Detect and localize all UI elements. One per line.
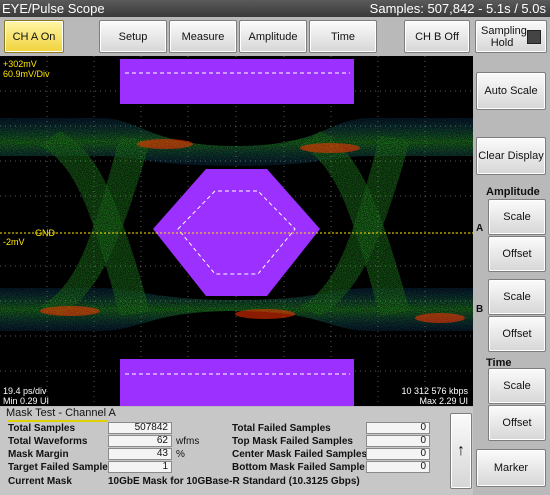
amplitude-a-offset-label: Offset <box>502 248 532 260</box>
offset-readout: -2mV <box>3 237 25 247</box>
mask-test-panel: Mask Test - Channel A Total Samples 5078… <box>0 407 473 495</box>
min-ui-readout: Min 0.29 UI <box>3 396 50 406</box>
bottom-mask-failed-label: Bottom Mask Failed Sample <box>232 462 365 473</box>
ch-a-on-label: CH A On <box>12 30 56 43</box>
top-voltage-readout: +302mV <box>3 59 37 69</box>
amplitude-b-offset-label: Offset <box>502 328 532 340</box>
bottom-mask-failed-value: 0 <box>366 461 430 473</box>
time-scale-button[interactable]: Scale <box>488 368 546 404</box>
wfms-unit: wfms <box>176 436 200 447</box>
ch-b-off-button[interactable]: CH B Off <box>404 20 470 53</box>
center-mask-failed-label: Center Mask Failed Samples <box>232 449 368 460</box>
center-mask-failed-value: 0 <box>366 448 430 460</box>
volts-per-div-readout: 60.9mV/Div <box>3 69 50 79</box>
amplitude-a-offset-button[interactable]: Offset <box>488 236 546 272</box>
mask-margin-value: 43 <box>108 448 172 460</box>
setup-label: Setup <box>118 30 148 43</box>
max-ui-readout: Max 2.29 UI <box>419 396 468 406</box>
ch-b-off-label: CH B Off <box>415 30 459 43</box>
eye-diagram-display[interactable]: +302mV 60.9mV/Div GND -2mV 19.4 ps/div M… <box>0 56 473 406</box>
marker-button[interactable]: Marker <box>476 449 546 487</box>
ch-a-on-button[interactable]: CH A On <box>4 20 64 53</box>
time-label: Time <box>330 30 356 43</box>
mask-test-title: Mask Test - Channel A <box>6 407 116 419</box>
top-mask-failed-value: 0 <box>366 435 430 447</box>
total-failed-value: 0 <box>366 422 430 434</box>
top-mask <box>120 59 354 104</box>
arrow-up-icon: ↑ <box>457 442 465 459</box>
time-scale-label: Scale <box>503 380 531 392</box>
target-failed-label: Target Failed Sample <box>8 462 108 473</box>
hold-indicator-icon <box>527 29 541 44</box>
auto-scale-label: Auto Scale <box>484 85 538 97</box>
amplitude-b-scale-label: Scale <box>503 291 531 303</box>
time-offset-label: Offset <box>502 417 532 429</box>
window-title: EYE/Pulse Scope <box>2 1 105 16</box>
marker-label: Marker <box>493 462 529 474</box>
amplitude-a-scale-label: Scale <box>503 211 531 223</box>
amplitude-section-label: Amplitude <box>486 186 540 198</box>
gnd-label: GND <box>35 228 55 238</box>
target-failed-value[interactable]: 1 <box>108 461 172 473</box>
amplitude-label: Amplitude <box>248 30 298 43</box>
sampling-hold-label: Sampling Hold <box>481 24 527 49</box>
amplitude-b-scale-button[interactable]: Scale <box>488 279 546 315</box>
eye-diagram-plot <box>0 56 473 406</box>
mask-scroll-up-button[interactable]: ↑ <box>450 413 472 489</box>
top-mask-failed-label: Top Mask Failed Samples <box>232 436 353 447</box>
mask-title-underline <box>8 420 108 422</box>
clear-display-button[interactable]: Clear Display <box>476 137 546 175</box>
total-failed-label: Total Failed Samples <box>232 423 331 434</box>
channel-a-marker: A <box>476 223 484 234</box>
percent-unit: % <box>176 449 185 460</box>
total-waveforms-label: Total Waveforms <box>8 436 88 447</box>
samples-status: Samples: 507,842 - 5.1s / 5.0s <box>369 1 546 16</box>
channel-b-marker: B <box>476 304 484 315</box>
bitrate-readout: 10 312 576 kbps <box>401 386 468 396</box>
bottom-mask <box>120 359 354 406</box>
title-bar: EYE/Pulse Scope Samples: 507,842 - 5.1s … <box>0 0 550 17</box>
current-mask-value[interactable]: 10GbE Mask for 10GBase-R Standard (10.31… <box>108 476 360 487</box>
amplitude-a-scale-button[interactable]: Scale <box>488 199 546 235</box>
time-button[interactable]: Time <box>309 20 377 53</box>
total-samples-label: Total Samples <box>8 423 76 434</box>
mask-margin-label: Mask Margin <box>8 449 69 460</box>
time-offset-button[interactable]: Offset <box>488 405 546 441</box>
total-samples-value: 507842 <box>108 422 172 434</box>
setup-button[interactable]: Setup <box>99 20 167 53</box>
total-waveforms-value: 62 <box>108 435 172 447</box>
amplitude-button[interactable]: Amplitude <box>239 20 307 53</box>
sampling-hold-button[interactable]: Sampling Hold <box>475 20 547 53</box>
auto-scale-button[interactable]: Auto Scale <box>476 72 546 110</box>
current-mask-label: Current Mask <box>8 476 72 487</box>
time-per-div-readout: 19.4 ps/div <box>3 386 47 396</box>
amplitude-b-offset-button[interactable]: Offset <box>488 316 546 352</box>
clear-display-label: Clear Display <box>478 150 544 162</box>
measure-button[interactable]: Measure <box>169 20 237 53</box>
measure-label: Measure <box>181 30 225 43</box>
